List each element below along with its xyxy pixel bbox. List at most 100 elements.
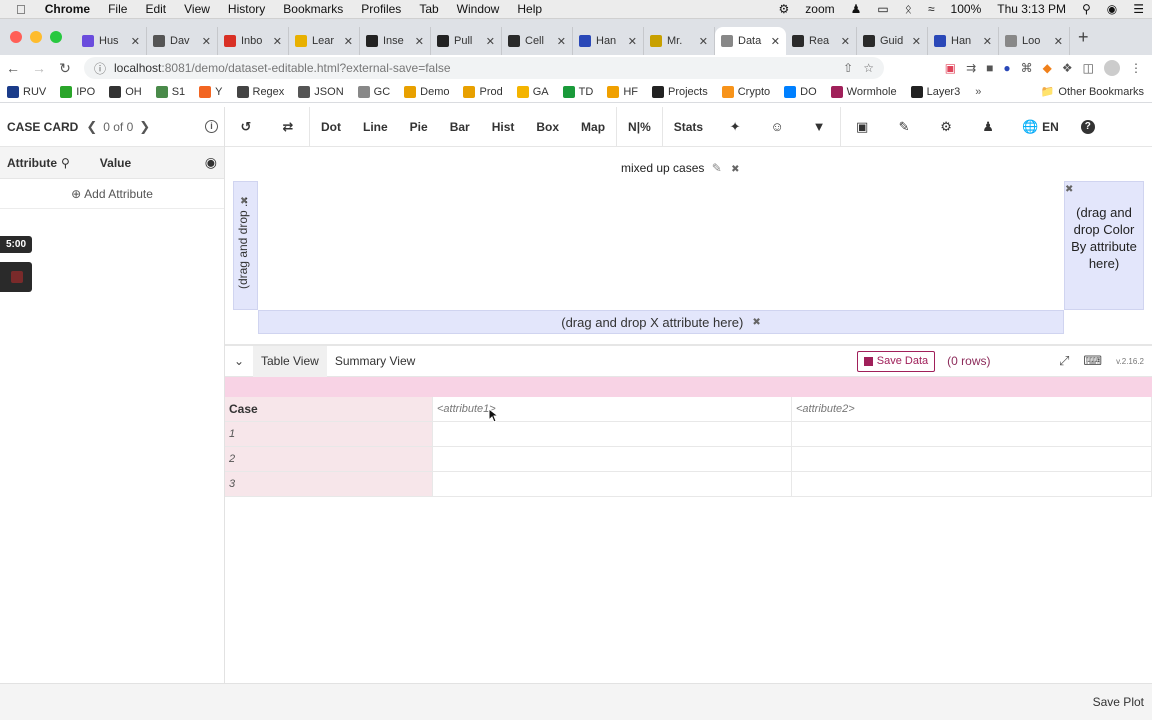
tab-close-icon[interactable]: ✕ [1054, 35, 1063, 48]
bookmark-item[interactable]: Demo [397, 85, 456, 98]
eye-icon[interactable]: ◉ [205, 154, 217, 171]
tab-table-view[interactable]: Table View [253, 345, 327, 377]
bluetooth-icon[interactable]: ᛟ [897, 2, 920, 16]
swap-axes-icon[interactable]: ⇄ [267, 119, 309, 135]
edit-title-icon[interactable]: ✎ [712, 161, 722, 175]
extension-3-icon[interactable]: ● [1003, 61, 1010, 75]
spotlight-icon[interactable]: ⚲ [1074, 2, 1099, 16]
plot-area[interactable] [258, 181, 1064, 310]
extension-4-icon[interactable]: ⌘ [1021, 61, 1033, 75]
close-window-button[interactable] [10, 31, 22, 43]
tab-close-icon[interactable]: ✕ [983, 35, 992, 48]
sidebar-icon[interactable]: ◫ [1083, 61, 1094, 75]
tab-close-icon[interactable]: ✕ [699, 35, 708, 48]
battery-status[interactable]: 100% [943, 2, 990, 16]
zoom-status[interactable]: zoom [797, 2, 842, 16]
expand-icon[interactable]: ⤢ [1059, 353, 1069, 369]
tab-close-icon[interactable]: ✕ [131, 35, 140, 48]
keyboard-icon[interactable]: ⌨ [1083, 353, 1102, 369]
menu-view[interactable]: View [175, 2, 219, 16]
browser-tab[interactable]: Rea ✕ [786, 27, 857, 55]
stop-recording-button[interactable] [0, 262, 32, 292]
bookmark-item[interactable]: Wormhole [824, 85, 904, 98]
bookmark-item[interactable]: Crypto [715, 85, 777, 98]
browser-tab[interactable]: Cell ✕ [502, 27, 573, 55]
table-cell[interactable] [433, 447, 792, 472]
plot-type-hist[interactable]: Hist [481, 120, 526, 134]
tab-close-icon[interactable]: ✕ [273, 35, 282, 48]
add-attribute-button[interactable]: ⊕ Add Attribute [0, 179, 224, 209]
browser-tab[interactable]: Han ✕ [573, 27, 644, 55]
kebab-menu-icon[interactable]: ⋮ [1130, 61, 1142, 75]
browser-tab[interactable]: Inbo ✕ [218, 27, 289, 55]
table-cell[interactable] [792, 472, 1152, 497]
extensions-puzzle-icon[interactable]: ❖ [1062, 61, 1073, 75]
zoom-window-button[interactable] [50, 31, 62, 43]
tab-close-icon[interactable]: ✕ [486, 35, 495, 48]
browser-tab[interactable]: Guid ✕ [857, 27, 928, 55]
menu-window[interactable]: Window [448, 2, 509, 16]
table-cell[interactable] [433, 472, 792, 497]
bookmark-item[interactable]: Layer3 [904, 85, 968, 98]
camera-icon[interactable]: ▣ [841, 119, 883, 135]
table-cell[interactable] [433, 422, 792, 447]
bookmark-item[interactable]: DO [777, 85, 824, 98]
menu-edit[interactable]: Edit [136, 2, 175, 16]
bookmark-item[interactable]: GC [351, 85, 398, 98]
gear-status-icon[interactable]: ⚙ [771, 2, 798, 16]
bookmark-item[interactable]: TD [556, 85, 601, 98]
tab-close-icon[interactable]: ✕ [841, 35, 850, 48]
menu-history[interactable]: History [219, 2, 274, 16]
plot-type-line[interactable]: Line [352, 120, 399, 134]
forward-icon[interactable]: → [26, 60, 52, 76]
tab-close-icon[interactable]: ✕ [415, 35, 424, 48]
bookmark-item[interactable]: Prod [456, 85, 509, 98]
wifi-icon[interactable]: ≈ [920, 2, 943, 16]
browser-tab[interactable]: Lear ✕ [289, 27, 360, 55]
y-axis-drop-zone[interactable]: ✖ (drag and drop ... [233, 181, 258, 310]
clear-x-icon[interactable]: ✖ [752, 317, 760, 328]
bookmark-item[interactable]: RUV [0, 85, 53, 98]
extension-2-icon[interactable]: ■ [986, 61, 993, 75]
info-icon[interactable]: i [205, 120, 218, 133]
more-bookmarks-icon[interactable]: » [967, 86, 989, 98]
menu-tab[interactable]: Tab [410, 2, 447, 16]
table-cell[interactable] [792, 447, 1152, 472]
plot-type-map[interactable]: Map [570, 120, 616, 134]
prev-case-icon[interactable]: ❮ [86, 119, 97, 135]
tab-close-icon[interactable]: ✕ [344, 35, 353, 48]
bookmark-item[interactable]: OH [102, 85, 149, 98]
magic-wand-icon[interactable]: ✦ [714, 119, 756, 135]
table-cell[interactable] [792, 422, 1152, 447]
bookmark-item[interactable]: HF [600, 85, 645, 98]
x-axis-drop-zone[interactable]: (drag and drop X attribute here) ✖ [258, 310, 1064, 334]
tab-close-icon[interactable]: ✕ [771, 35, 780, 48]
menu-app-name[interactable]: Chrome [36, 2, 99, 16]
plot-type-dot[interactable]: Dot [310, 120, 352, 134]
tab-summary-view[interactable]: Summary View [327, 346, 423, 377]
menu-help[interactable]: Help [508, 2, 551, 16]
bookmark-star-icon[interactable]: ☆ [863, 61, 874, 75]
next-case-icon[interactable]: ❯ [139, 119, 150, 135]
search-icon[interactable]: ⚲ [61, 156, 70, 170]
save-plot-button[interactable]: Save Plot [1093, 695, 1144, 709]
bookmark-item[interactable]: Regex [230, 85, 292, 98]
browser-tab[interactable]: Hus ✕ [76, 27, 147, 55]
clear-title-icon[interactable]: ✖ [731, 164, 739, 175]
bookmark-item[interactable]: GA [510, 85, 556, 98]
pocket-icon[interactable]: ▣ [945, 61, 956, 75]
settings-gear-icon[interactable]: ⚙ [925, 119, 967, 135]
tab-close-icon[interactable]: ✕ [202, 35, 211, 48]
person-status-icon[interactable]: ♟ [843, 2, 870, 16]
extension-1-icon[interactable]: ⇉ [966, 61, 976, 75]
tab-close-icon[interactable]: ✕ [557, 35, 566, 48]
language-selector[interactable]: 🌐 EN [1009, 119, 1070, 135]
attribute-header-2[interactable]: <attribute2> [792, 397, 1152, 422]
browser-tab[interactable]: Mr. ✕ [644, 27, 715, 55]
other-bookmarks[interactable]: 📁 Other Bookmarks [1041, 85, 1152, 99]
tab-close-icon[interactable]: ✕ [628, 35, 637, 48]
browser-tab[interactable]: Dav ✕ [147, 27, 218, 55]
menu-file[interactable]: File [99, 2, 136, 16]
undo-history-icon[interactable]: ↺ [225, 119, 267, 135]
bookmark-item[interactable]: Projects [645, 85, 715, 98]
